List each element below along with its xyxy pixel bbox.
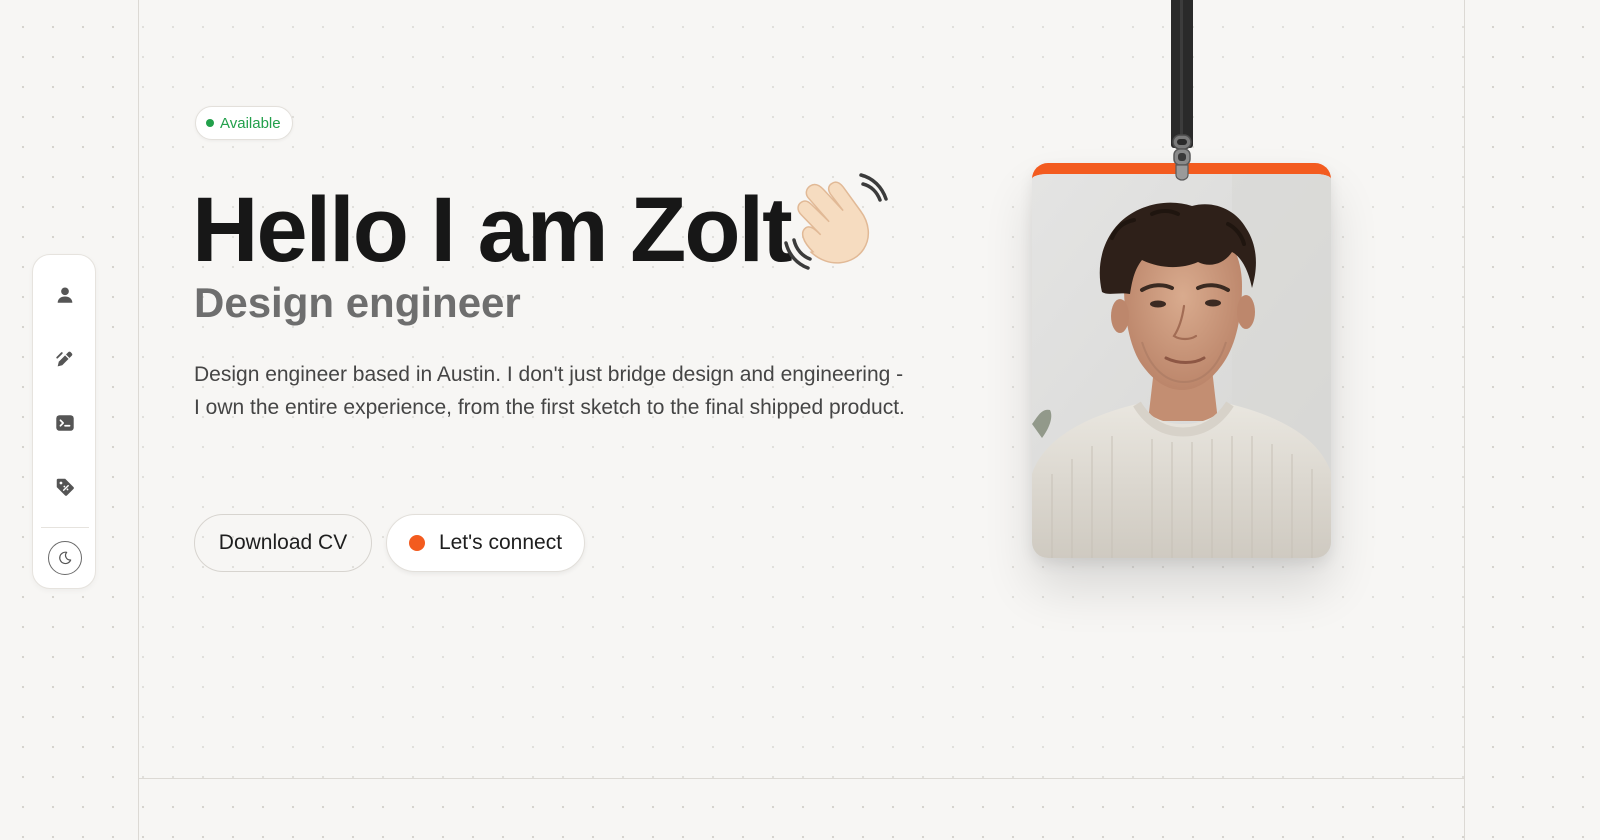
sidebar-item-design[interactable]	[45, 339, 85, 379]
profile-photo	[1032, 174, 1331, 558]
pen-icon	[56, 351, 73, 367]
download-cv-button[interactable]: Download CV	[194, 514, 372, 572]
page-title: Hello I am Zolt	[192, 179, 793, 281]
subtitle: Design engineer	[194, 279, 521, 326]
status-label: Available	[220, 114, 281, 132]
sidebar-nav	[32, 254, 96, 589]
lanyard-clip	[1172, 134, 1192, 181]
sidebar-divider	[41, 527, 89, 528]
lanyard-highlight	[1180, 0, 1183, 140]
right-grid-line	[1464, 0, 1465, 840]
lets-connect-label: Let's connect	[438, 531, 563, 554]
hero-description: Design engineer based in Austin. I don't…	[194, 363, 905, 419]
connect-dot	[408, 535, 425, 551]
theme-toggle-button[interactable]	[48, 541, 82, 575]
page: Available Hello I am Zolt Design enginee…	[0, 0, 1600, 840]
moon-icon	[59, 551, 72, 565]
sidebar-item-code[interactable]	[45, 403, 85, 443]
profile-badge-card[interactable]	[1032, 163, 1331, 558]
terminal-icon	[56, 415, 74, 431]
waving-hand-icon	[784, 173, 888, 270]
sidebar-item-about[interactable]	[45, 275, 85, 315]
tag-icon	[56, 478, 74, 496]
left-grid-line	[138, 0, 139, 840]
user-icon	[57, 287, 73, 303]
status-dot	[206, 119, 214, 127]
bottom-grid-line	[138, 778, 1465, 779]
status-badge: Available	[195, 106, 293, 140]
lets-connect-button[interactable]: Let's connect	[386, 514, 585, 572]
sidebar-item-pricing[interactable]	[45, 467, 85, 507]
